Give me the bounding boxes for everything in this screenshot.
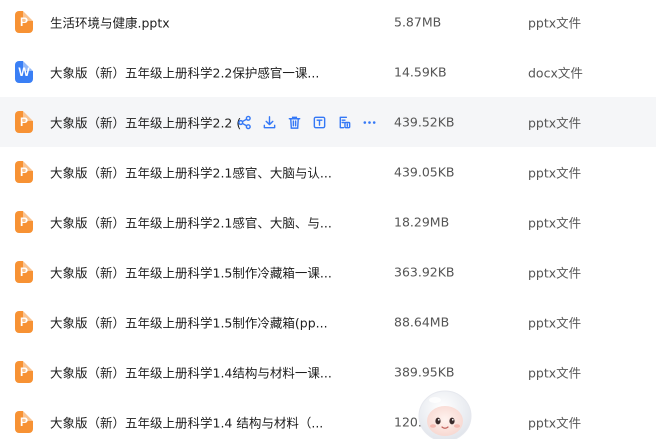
file-name[interactable]: 大象版（新）五年级上册科学2.1感官、大脑与认...	[50, 163, 332, 182]
file-type: pptx文件	[528, 115, 582, 131]
file-list: P 生活环境与健康.pptx 5.87MB pptx文件 W 大象版（新）五年级…	[0, 0, 656, 439]
file-type: pptx文件	[528, 415, 582, 431]
pptx-file-icon: P	[15, 161, 33, 183]
pptx-file-icon: P	[15, 261, 33, 283]
file-row-hovered[interactable]: P 大象版（新）五年级上册科学2.2 (439.52KB pptx文件	[0, 97, 656, 147]
file-type: pptx文件	[528, 215, 582, 231]
file-row[interactable]: P 大象版（新）五年级上册科学2.1感官、大脑、与... 18.29MB ppt…	[0, 197, 656, 247]
docx-file-icon: W	[15, 61, 33, 83]
file-row[interactable]: W 大象版（新）五年级上册科学2.2保护感官一课... 14.59KB docx…	[0, 47, 656, 97]
file-row[interactable]: P 大象版（新）五年级上册科学1.4结构与材料一课... 389.95KB pp…	[0, 347, 656, 397]
file-size: 88.64MB	[394, 314, 450, 330]
row-actions	[236, 114, 377, 130]
pptx-file-icon: P	[15, 311, 33, 333]
file-name[interactable]: 大象版（新）五年级上册科学2.2保护感官一课...	[50, 63, 319, 82]
file-type: pptx文件	[528, 365, 582, 381]
more-icon[interactable]	[361, 114, 377, 130]
file-name[interactable]: 生活环境与健康.pptx	[50, 13, 170, 32]
file-name[interactable]: 大象版（新）五年级上册科学2.2 (	[50, 113, 241, 132]
file-size: 439.52KB	[394, 114, 455, 130]
file-size: 14.59KB	[394, 64, 447, 80]
file-type: pptx文件	[528, 15, 582, 31]
pptx-file-icon: P	[15, 11, 33, 33]
file-row[interactable]: P 大象版（新）五年级上册科学1.5制作冷藏箱一课... 363.92KB pp…	[0, 247, 656, 297]
pptx-file-icon: P	[15, 411, 33, 433]
file-name[interactable]: 大象版（新）五年级上册科学1.5制作冷藏箱(pp...	[50, 313, 328, 332]
file-row[interactable]: P 大象版（新）五年级上册科学1.4 结构与材料（... 120. pptx文件	[0, 397, 656, 439]
assistant-mascot-icon[interactable]	[415, 386, 475, 439]
file-type: docx文件	[528, 65, 583, 81]
pptx-file-icon: P	[15, 111, 33, 133]
file-name[interactable]: 大象版（新）五年级上册科学2.1感官、大脑、与...	[50, 213, 332, 232]
file-type: pptx文件	[528, 315, 582, 331]
download-icon[interactable]	[261, 114, 277, 130]
share-icon[interactable]	[236, 114, 252, 130]
file-size: 439.05KB	[394, 164, 455, 180]
delete-icon[interactable]	[286, 114, 302, 130]
file-size: 5.87MB	[394, 14, 442, 30]
text-extract-icon[interactable]	[311, 114, 327, 130]
file-name[interactable]: 大象版（新）五年级上册科学1.5制作冷藏箱一课...	[50, 263, 332, 282]
file-size: 18.29MB	[394, 214, 450, 230]
file-type: pptx文件	[528, 265, 582, 281]
file-row[interactable]: P 大象版（新）五年级上册科学2.1感官、大脑与认... 439.05KB pp…	[0, 147, 656, 197]
file-row[interactable]: P 生活环境与健康.pptx 5.87MB pptx文件	[0, 0, 656, 47]
file-size: 363.92KB	[394, 264, 455, 280]
copy-to-icon[interactable]	[336, 114, 352, 130]
file-type: pptx文件	[528, 165, 582, 181]
pptx-file-icon: P	[15, 211, 33, 233]
file-row[interactable]: P 大象版（新）五年级上册科学1.5制作冷藏箱(pp... 88.64MB pp…	[0, 297, 656, 347]
pptx-file-icon: P	[15, 361, 33, 383]
file-name[interactable]: 大象版（新）五年级上册科学1.4 结构与材料（...	[50, 413, 323, 432]
file-name[interactable]: 大象版（新）五年级上册科学1.4结构与材料一课...	[50, 363, 332, 382]
file-size: 389.95KB	[394, 364, 455, 380]
